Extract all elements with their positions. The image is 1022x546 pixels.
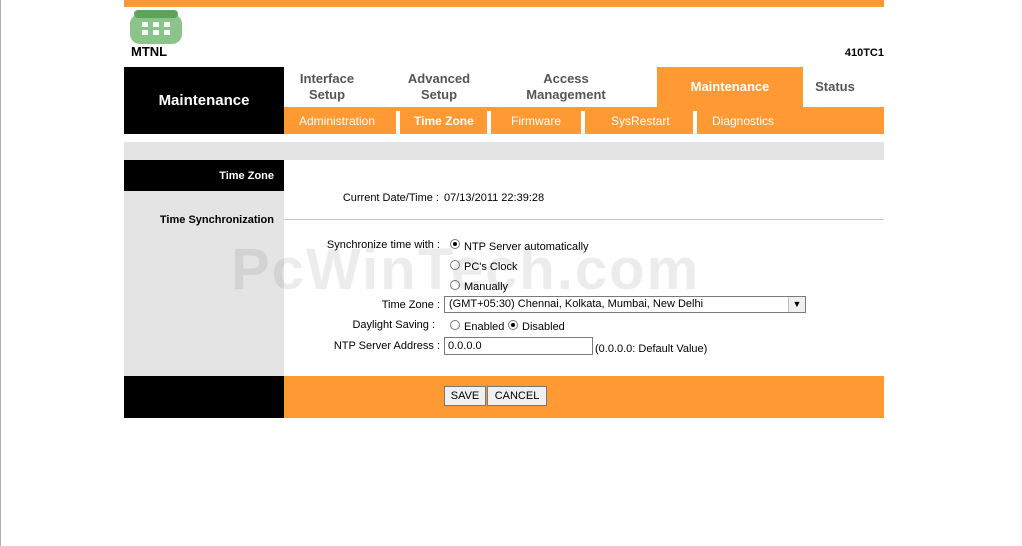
ntp-server-hint: (0.0.0.0: Default Value) [595, 343, 708, 355]
tab-interface-setup[interactable]: Interface Setup [284, 67, 370, 107]
subtab-sysrestart[interactable]: SysRestart [611, 107, 670, 134]
submenu-divider [396, 111, 400, 134]
tab-access-management[interactable]: Access Management [506, 67, 626, 107]
tab-advanced-setup[interactable]: Advanced Setup [384, 67, 494, 107]
chevron-down-icon[interactable]: ▼ [788, 297, 805, 312]
radio-dst-enabled-label: Enabled [464, 321, 505, 333]
current-datetime-label: Current Date/Time : [342, 192, 439, 204]
content-header-bar [124, 142, 884, 160]
radio-dst-enabled[interactable] [450, 320, 460, 330]
watermark-text: PcWinTech.com [231, 237, 701, 302]
ntp-server-input[interactable]: 0.0.0.0 [444, 337, 593, 355]
tab-status[interactable]: Status [803, 67, 867, 107]
brand-name: MTNL [131, 44, 168, 59]
submenu-divider [487, 111, 491, 134]
subtab-diagnostics[interactable]: Diagnostics [712, 107, 774, 134]
footer-action-bar [284, 376, 884, 418]
section-time-zone-label: Time Zone [219, 170, 274, 182]
divider [284, 219, 884, 220]
save-button[interactable]: SAVE [444, 386, 486, 406]
tab-maintenance[interactable]: Maintenance [657, 67, 803, 107]
tab-label: Interface Setup [299, 71, 355, 102]
radio-dst-disabled[interactable] [508, 320, 518, 330]
current-datetime-value: 07/13/2011 22:39:28 [444, 192, 545, 204]
tab-label: Access Management [526, 71, 606, 102]
submenu-divider [581, 111, 585, 134]
section-time-sync-label: Time Synchronization [159, 214, 274, 226]
ntp-server-label: NTP Server Address : [333, 340, 440, 352]
cancel-button[interactable]: CANCEL [487, 386, 547, 406]
subtab-time-zone[interactable]: Time Zone [414, 107, 474, 134]
tab-label: Advanced Setup [407, 71, 471, 102]
radio-dst-disabled-label: Disabled [522, 321, 565, 333]
subtab-administration[interactable]: Administration [299, 107, 375, 134]
page-section-title: Maintenance [124, 67, 284, 134]
model-number: 410TC1 [844, 47, 884, 59]
sub-menu: Administration Time Zone Firmware SysRes… [284, 107, 884, 134]
daylight-saving-label: Daylight Saving : [352, 319, 435, 331]
tab-label: Status [815, 79, 855, 94]
subtab-firmware[interactable]: Firmware [511, 107, 561, 134]
footer-left-bg [124, 376, 284, 418]
submenu-divider [693, 111, 697, 134]
tab-label: Maintenance [690, 79, 770, 94]
main-menu: Interface Setup Advanced Setup Access Ma… [284, 67, 884, 107]
top-accent-bar [124, 0, 884, 7]
